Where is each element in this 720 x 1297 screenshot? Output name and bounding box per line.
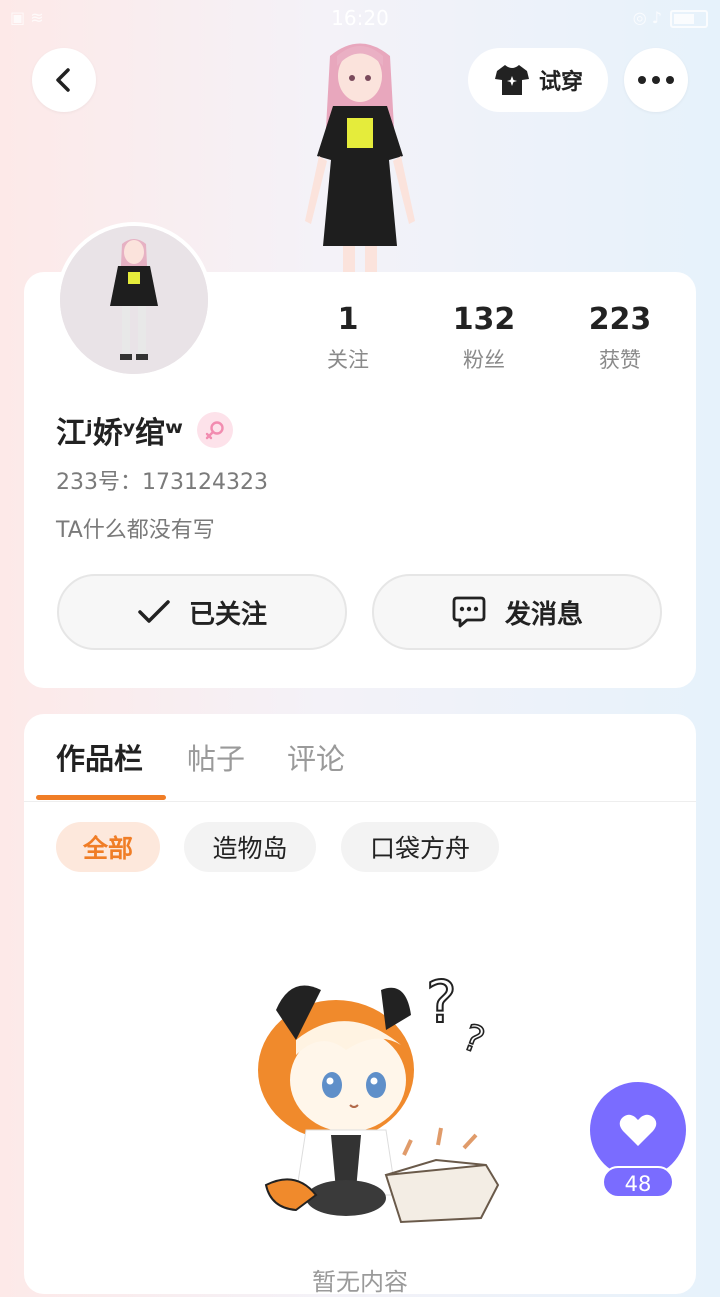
chevron-left-icon bbox=[56, 68, 70, 92]
active-tab-indicator bbox=[36, 795, 166, 800]
try-on-label: 试穿 bbox=[538, 70, 583, 95]
like-button[interactable] bbox=[590, 1082, 686, 1178]
send-message-button[interactable]: 发消息 bbox=[372, 574, 662, 650]
stat-value: 132 bbox=[452, 302, 516, 337]
stat-followers[interactable]: 132 粉丝 bbox=[416, 300, 552, 374]
female-gender-icon bbox=[196, 412, 233, 448]
tab-posts[interactable]: 帖子 bbox=[187, 736, 245, 778]
followed-label: 已关注 bbox=[188, 599, 267, 630]
stat-following[interactable]: 1 关注 bbox=[280, 300, 416, 374]
status-time: 16:20 bbox=[331, 6, 389, 30]
tshirt-icon bbox=[494, 65, 529, 95]
svg-text:?: ? bbox=[458, 1017, 490, 1062]
stat-value: 223 bbox=[588, 302, 652, 337]
tab-works[interactable]: 作品栏 bbox=[56, 736, 143, 778]
stat-label: 粉丝 bbox=[463, 348, 505, 372]
avatar-image bbox=[60, 226, 208, 374]
like-count-badge: 48 bbox=[602, 1166, 674, 1198]
status-bar: ▣ ≋ 16:20 ◎ ♪ bbox=[0, 0, 720, 38]
stat-value: 1 bbox=[337, 302, 359, 337]
user-id: 233号：173124323 bbox=[56, 470, 268, 495]
svg-text:?: ? bbox=[426, 968, 457, 1036]
stat-label: 获赞 bbox=[599, 348, 641, 372]
filter-chip-all[interactable]: 全部 bbox=[56, 822, 160, 872]
tab-divider bbox=[24, 801, 696, 802]
battery-icon: ◎ ♪ bbox=[633, 8, 708, 28]
filter-chip-pocket-ark[interactable]: 口袋方舟 bbox=[341, 822, 499, 872]
profile-stats: 1 关注 132 粉丝 223 获赞 bbox=[280, 300, 690, 374]
user-bio: TA什么都没有写 bbox=[56, 518, 215, 543]
try-on-button[interactable]: 试穿 bbox=[468, 48, 608, 112]
chat-bubble-icon bbox=[452, 596, 486, 628]
stat-likes[interactable]: 223 获赞 bbox=[552, 300, 688, 374]
heart-icon bbox=[619, 1114, 657, 1146]
more-dots-icon bbox=[638, 76, 674, 84]
back-button[interactable] bbox=[32, 48, 96, 112]
character-figure bbox=[305, 43, 415, 276]
more-button[interactable] bbox=[624, 48, 688, 112]
stat-label: 关注 bbox=[327, 348, 369, 372]
username: 江ʲ娇ʸ绾ʷ bbox=[56, 416, 183, 451]
name-row: 江ʲ娇ʸ绾ʷ bbox=[56, 408, 233, 452]
avatar[interactable] bbox=[56, 222, 212, 378]
filter-chip-creation-island[interactable]: 造物岛 bbox=[184, 822, 316, 872]
tab-comments[interactable]: 评论 bbox=[287, 736, 345, 778]
followed-button[interactable]: 已关注 bbox=[57, 574, 347, 650]
checkmark-icon bbox=[138, 600, 170, 623]
send-message-label: 发消息 bbox=[504, 599, 583, 630]
empty-state-illustration: ? ? bbox=[258, 967, 500, 1224]
